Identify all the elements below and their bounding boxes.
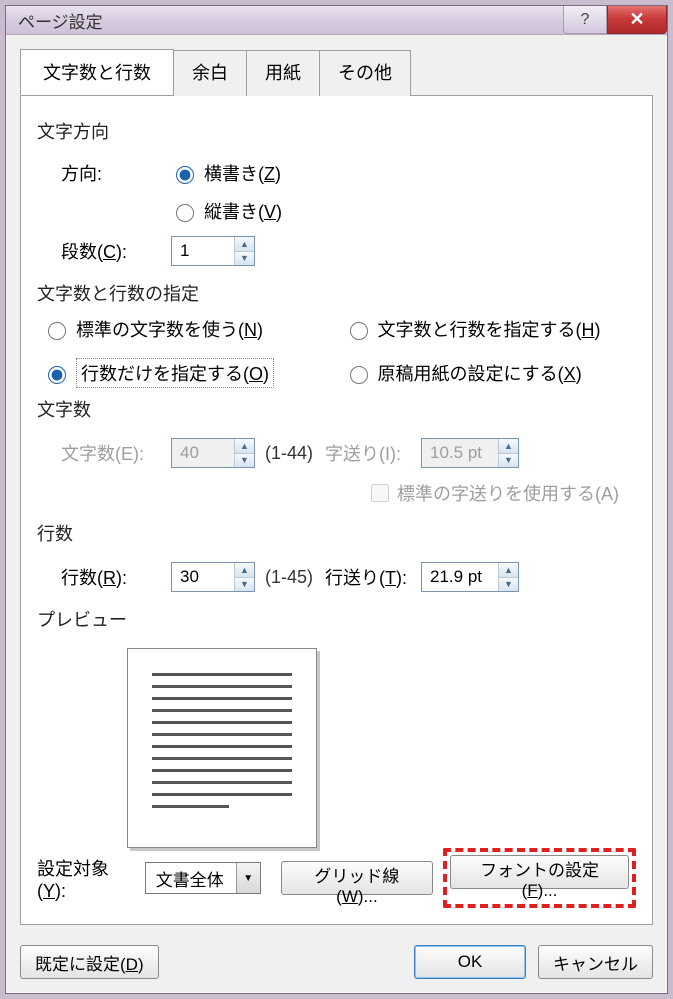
lines-range: (1-45) <box>265 567 313 588</box>
spin-down-icon[interactable]: ▼ <box>235 252 254 266</box>
columns-input[interactable] <box>172 237 234 265</box>
titlebar[interactable]: ページ設定 ? ✕ <box>6 6 667 35</box>
spin-up-icon[interactable]: ▲ <box>499 563 518 578</box>
columns-spinner[interactable]: ▲▼ <box>171 236 255 266</box>
row-lines: 行数(R): ▲▼ (1-45) 行送り(T): ▲▼ <box>61 562 636 592</box>
help-button[interactable]: ? <box>563 6 607 34</box>
tab-chars-lines[interactable]: 文字数と行数 <box>20 49 174 95</box>
label-direction: 方向: <box>61 160 171 186</box>
tab-margins[interactable]: 余白 <box>173 50 247 96</box>
radio-standard-chars-input[interactable] <box>48 322 66 340</box>
radio-horizontal[interactable]: 横書き(Z) <box>171 160 281 186</box>
spin-up-icon: ▲ <box>499 439 518 454</box>
tab-other[interactable]: その他 <box>319 50 411 96</box>
spin-up-icon[interactable]: ▲ <box>235 563 254 578</box>
line-pitch-spinner[interactable]: ▲▼ <box>421 562 519 592</box>
apply-to-combo[interactable]: 文書全体 ▼ <box>145 862 261 894</box>
radio-lines-only[interactable]: 行数だけを指定する(O) <box>43 358 335 388</box>
label-columns: 段数(C): <box>61 238 171 264</box>
char-pitch-input <box>422 439 498 467</box>
tab-strip: 文字数と行数 余白 用紙 その他 <box>20 49 653 96</box>
chars-spinner: ▲▼ <box>171 438 255 468</box>
font-settings-button[interactable]: フォントの設定(F)... <box>450 855 629 889</box>
gridlines-button[interactable]: グリッド線(W)... <box>281 861 433 895</box>
section-lines-title: 行数 <box>37 520 636 546</box>
window-title: ページ設定 <box>18 8 563 33</box>
label-std-pitch: 標準の字送りを使用する(A) <box>397 480 619 506</box>
radio-horizontal-input[interactable] <box>176 166 194 184</box>
radio-lines-only-input[interactable] <box>48 366 66 384</box>
row-columns: 段数(C): ▲▼ <box>61 236 636 266</box>
set-default-button[interactable]: 既定に設定(D) <box>20 945 159 979</box>
spin-up-icon[interactable]: ▲ <box>235 237 254 252</box>
std-pitch-checkbox <box>371 484 389 502</box>
page-preview <box>127 648 317 848</box>
spin-down-icon: ▼ <box>499 454 518 468</box>
close-button[interactable]: ✕ <box>607 6 667 34</box>
spin-down-icon: ▼ <box>235 454 254 468</box>
radio-manuscript-input[interactable] <box>350 366 368 384</box>
spin-up-icon: ▲ <box>235 439 254 454</box>
radio-vertical[interactable]: 縦書き(V) <box>171 198 282 224</box>
section-spec-title: 文字数と行数の指定 <box>37 280 636 306</box>
chevron-down-icon[interactable]: ▼ <box>236 863 260 893</box>
chars-range: (1-44) <box>265 443 313 464</box>
spec-grid: 標準の文字数を使う(N) 文字数と行数を指定する(H) 行数だけを指定する(O)… <box>43 316 636 388</box>
ok-button[interactable]: OK <box>414 945 526 979</box>
spin-down-icon[interactable]: ▼ <box>499 578 518 592</box>
spin-down-icon[interactable]: ▼ <box>235 578 254 592</box>
bottom-row: 設定対象(Y): 文書全体 ▼ グリッド線(W)... フォントの設定(F)..… <box>37 848 636 908</box>
lines-input[interactable] <box>172 563 234 591</box>
label-char-pitch: 字送り(I): <box>325 440 421 466</box>
label-chars: 文字数(E): <box>61 440 171 466</box>
section-chars-title: 文字数 <box>37 396 636 422</box>
page-setup-dialog: ページ設定 ? ✕ 文字数と行数 余白 用紙 その他 文字方向 方向: 横書き(… <box>5 5 668 994</box>
radio-standard-chars[interactable]: 標準の文字数を使う(N) <box>43 316 335 342</box>
row-std-pitch: 標準の字送りを使用する(A) <box>367 480 636 506</box>
dialog-content: 文字数と行数 余白 用紙 その他 文字方向 方向: 横書き(Z) 縦書き(V) <box>6 35 667 935</box>
label-lines: 行数(R): <box>61 564 171 590</box>
label-apply-to: 設定対象(Y): <box>37 855 135 902</box>
cancel-button[interactable]: キャンセル <box>538 945 653 979</box>
radio-chars-and-lines-input[interactable] <box>350 322 368 340</box>
line-pitch-input[interactable] <box>422 563 498 591</box>
dialog-footer: 既定に設定(D) OK キャンセル <box>6 935 667 993</box>
window-controls: ? ✕ <box>563 6 667 34</box>
lines-spinner[interactable]: ▲▼ <box>171 562 255 592</box>
chars-input <box>172 439 234 467</box>
font-settings-highlight: フォントの設定(F)... <box>443 848 636 908</box>
row-direction2: 縦書き(V) <box>61 198 636 224</box>
row-direction: 方向: 横書き(Z) <box>61 160 636 186</box>
radio-chars-and-lines[interactable]: 文字数と行数を指定する(H) <box>345 316 637 342</box>
tab-paper[interactable]: 用紙 <box>246 50 320 96</box>
radio-manuscript[interactable]: 原稿用紙の設定にする(X) <box>345 358 637 388</box>
apply-to-value: 文書全体 <box>146 863 236 893</box>
section-preview-title: プレビュー <box>37 606 636 632</box>
radio-vertical-input[interactable] <box>176 204 194 222</box>
tab-body: 文字方向 方向: 横書き(Z) 縦書き(V) 段数(C): ▲▼ <box>20 96 653 925</box>
char-pitch-spinner: ▲▼ <box>421 438 519 468</box>
row-chars: 文字数(E): ▲▼ (1-44) 字送り(I): ▲▼ <box>61 438 636 468</box>
label-line-pitch: 行送り(T): <box>325 564 421 590</box>
section-direction-title: 文字方向 <box>37 118 636 144</box>
